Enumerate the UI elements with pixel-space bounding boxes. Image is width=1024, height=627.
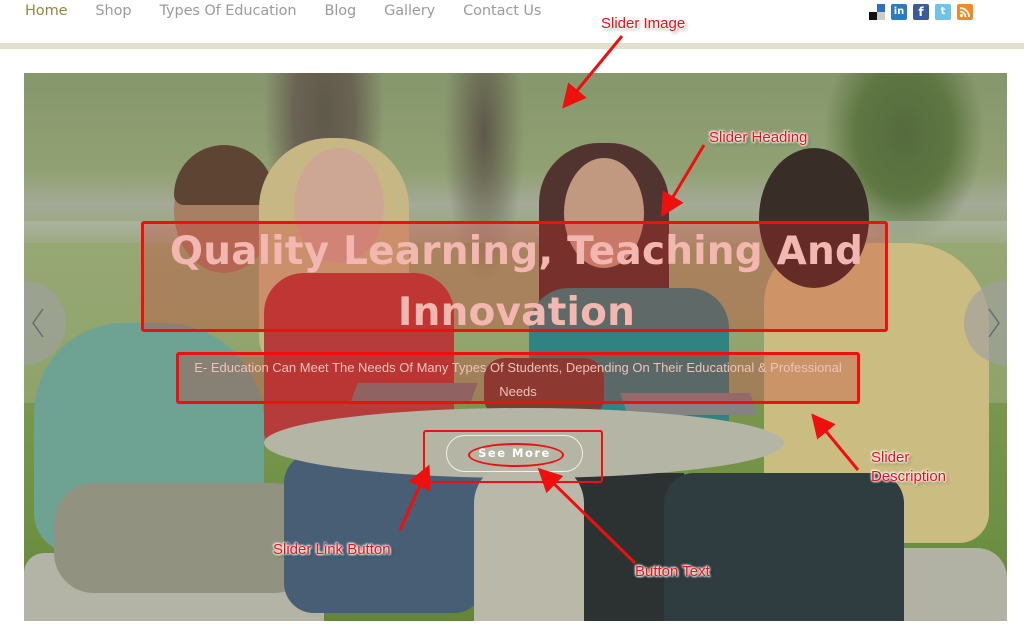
annotation-button-text: Button Text (635, 563, 710, 580)
annotation-slider-label-1: Slider (871, 449, 910, 466)
chevron-left-icon (32, 308, 44, 338)
nav-item-shop[interactable]: Shop (95, 3, 131, 19)
social-links: in f t (869, 4, 973, 20)
nav-item-home[interactable]: Home (25, 3, 68, 19)
facebook-icon[interactable]: f (913, 4, 929, 20)
annotation-slider-image: Slider Image (601, 15, 686, 32)
nav-item-gallery[interactable]: Gallery (384, 3, 435, 19)
annotation-slider-description: Description (871, 468, 947, 485)
annotation-slider-heading: Slider Heading (709, 129, 808, 146)
nav-item-contact-us[interactable]: Contact Us (463, 3, 541, 19)
chevron-right-icon (988, 308, 1000, 338)
slider-heading: Quality Learning, Teaching And Innovatio… (169, 229, 864, 335)
annotation-slider-link-button: Slider Link Button (273, 541, 391, 558)
main-nav: Home Shop Types Of Education Blog Galler… (25, 3, 569, 19)
slider: Quality Learning, Teaching And Innovatio… (24, 73, 1007, 621)
see-more-button[interactable]: See More (446, 435, 583, 472)
nav-item-types-of-education[interactable]: Types Of Education (160, 3, 297, 19)
rss-icon[interactable] (957, 4, 973, 20)
slider-overlay (24, 73, 1007, 621)
nav-item-blog[interactable]: Blog (324, 3, 356, 19)
header-divider (0, 43, 1024, 49)
delicious-icon[interactable] (869, 4, 885, 20)
twitter-icon[interactable]: t (935, 4, 951, 20)
linkedin-icon[interactable]: in (891, 4, 907, 20)
slider-description: E- Education Can Meet The Needs Of Many … (194, 360, 842, 399)
